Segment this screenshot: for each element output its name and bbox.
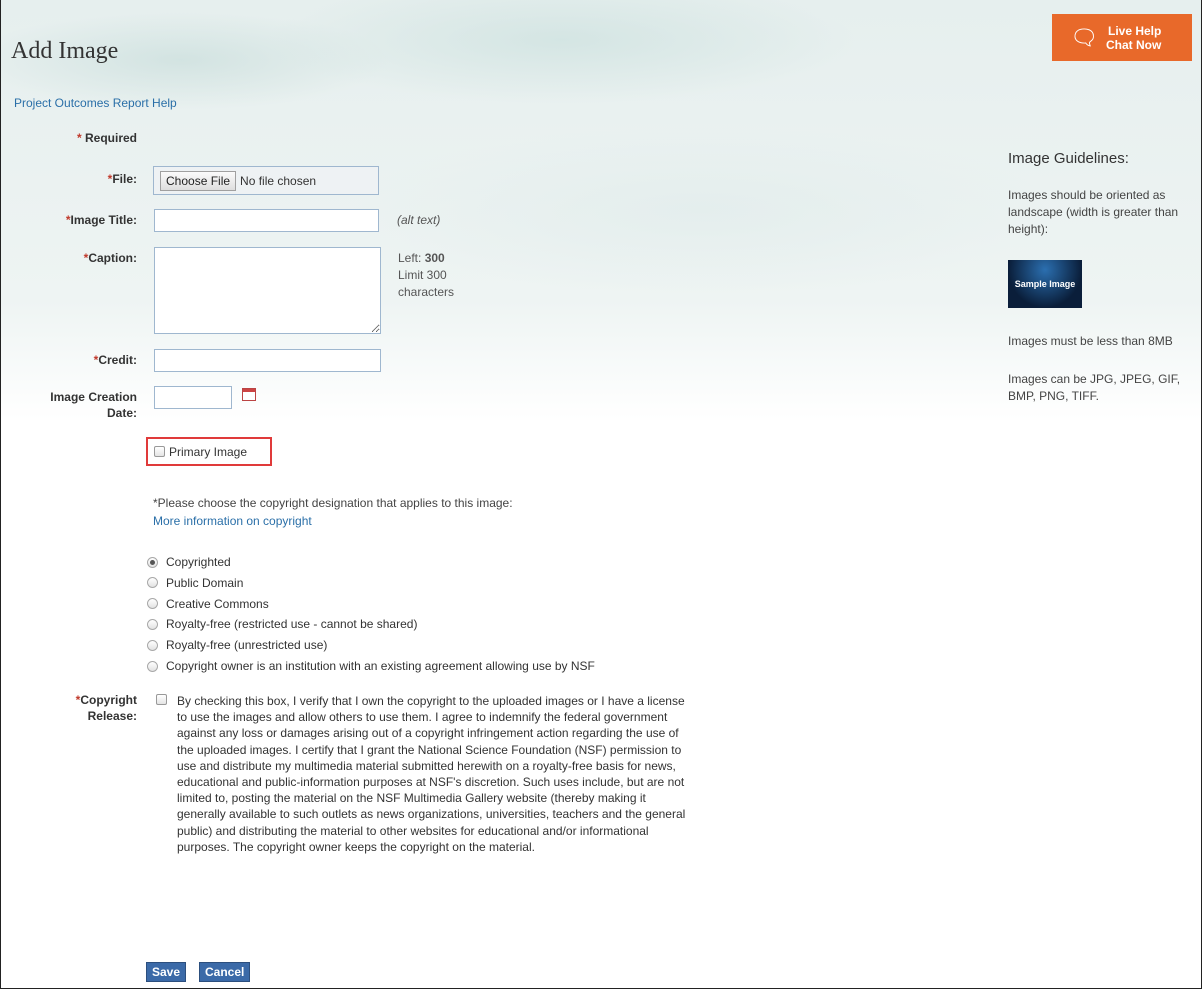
file-label: *File: [11,171,137,187]
primary-image-label: Primary Image [169,444,248,459]
guidelines-heading: Image Guidelines: [1008,150,1129,167]
copyright-release-line1: Copyright [80,693,137,707]
required-legend-label: Required [84,131,137,145]
copyright-option[interactable]: Public Domain [147,576,243,590]
copyright-option-label: Royalty-free (restricted use - cannot be… [166,617,418,632]
image-title-label-text: Image Title: [70,213,137,227]
copyright-option-radio[interactable] [147,556,158,568]
chat-bubble-icon: 🗨 [1070,24,1098,50]
required-legend: * Required [11,130,137,146]
copyright-option[interactable]: Royalty-free (unrestricted use) [147,638,327,652]
caption-char-counter: Left: 300 Limit 300 characters [398,250,454,301]
copyright-option[interactable]: Royalty-free (restricted use - cannot be… [147,617,417,631]
sample-image: Sample Image [1008,260,1082,308]
sample-image-caption: Sample Image [1014,279,1076,289]
copyright-option-label: Copyright owner is an institution with a… [166,659,595,673]
file-label-text: File: [112,172,137,186]
primary-image-checkbox[interactable] [154,446,165,457]
copyright-option-label: Public Domain [166,575,244,590]
copyright-prompt: *Please choose the copyright designation… [153,496,513,510]
primary-image-option[interactable]: Primary Image [146,437,272,466]
save-button[interactable]: Save [146,962,187,982]
guidelines-orientation-text: Images should be oriented as landscape (… [1008,188,1179,236]
copyright-release-checkbox[interactable] [156,694,167,705]
guidelines-formats-text: Images can be JPG, JPEG, GIF, BMP, PNG, … [1008,372,1181,403]
copyright-option[interactable]: Copyrighted [147,555,231,569]
no-file-chosen-text: No file chosen [240,173,317,188]
caption-textarea[interactable] [154,247,381,334]
image-title-input[interactable] [154,209,379,232]
creation-date-input[interactable] [154,386,232,409]
credit-input[interactable] [154,349,381,372]
credit-label-text: Credit: [98,353,137,367]
page: Add Image Project Outcomes Report Help 🗨… [0,0,1202,989]
copyright-option[interactable]: Creative Commons [147,597,269,611]
caption-label-text: Caption: [88,251,137,265]
choose-file-button[interactable]: Choose File [160,170,237,191]
left-count: 300 [424,251,445,265]
page-title: Add Image [11,38,119,64]
project-outcomes-help-link[interactable]: Project Outcomes Report Help [14,96,177,110]
copyright-option-radio[interactable] [147,577,158,589]
copyright-option-radio[interactable] [147,598,158,610]
required-asterisk: * [76,131,82,145]
file-upload-field: Choose File No file chosen [153,166,379,195]
copyright-release-line2: Release: [87,709,137,723]
limit-line1: Limit 300 [398,268,447,282]
copyright-option-radio[interactable] [147,660,158,672]
copyright-option-radio[interactable] [147,618,158,630]
copyright-option-label: Creative Commons [166,596,269,611]
credit-label: *Credit: [11,352,137,368]
copyright-release-text: By checking this box, I verify that I ow… [177,694,686,854]
copyright-release-label: *Copyright Release: [11,692,137,724]
calendar-icon[interactable] [242,388,256,401]
image-title-label: *Image Title: [11,212,137,228]
limit-line2: characters [398,285,455,299]
live-help-button[interactable]: 🗨 Live Help Chat Now [1052,14,1192,61]
guidelines-size-text: Images must be less than 8MB [1008,334,1173,348]
alt-text-note: (alt text) [397,213,441,227]
creation-date-label-line2: Date: [106,406,137,420]
live-help-line1: Live Help [1107,23,1162,38]
creation-date-label-line1: Image Creation [50,390,137,404]
caption-label: *Caption: [11,250,137,266]
cancel-button[interactable]: Cancel [199,962,251,982]
live-help-line2: Chat Now [1106,37,1162,52]
copyright-option-label: Copyrighted [166,555,231,569]
copyright-option-radio[interactable] [147,639,158,651]
creation-date-label: Image Creation Date: [11,389,137,421]
left-prefix: Left: [398,251,422,265]
copyright-info-link[interactable]: More information on copyright [153,514,312,528]
copyright-option[interactable]: Copyright owner is an institution with a… [147,659,595,673]
copyright-option-label: Royalty-free (unrestricted use) [166,638,328,653]
